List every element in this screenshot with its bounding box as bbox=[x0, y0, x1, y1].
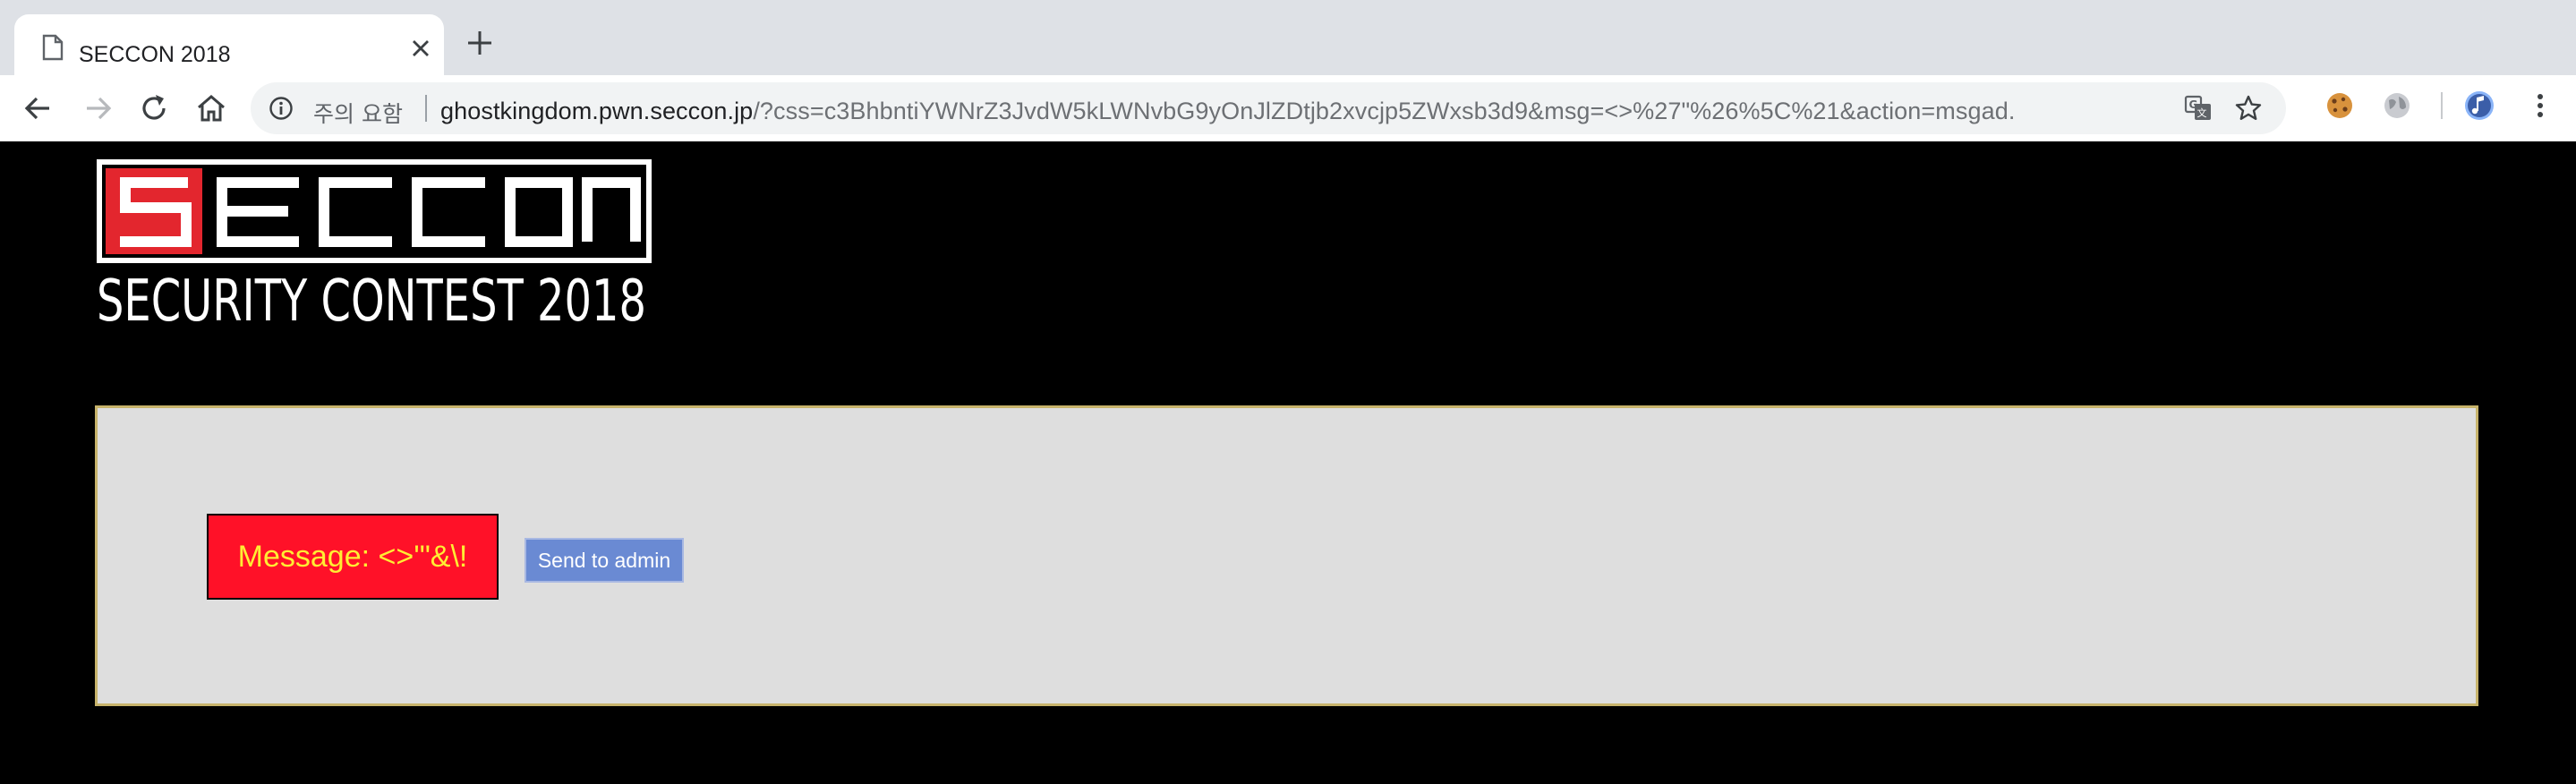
new-tab-icon[interactable] bbox=[464, 27, 496, 59]
browser-tab[interactable]: SECCON 2018 bbox=[14, 14, 444, 75]
cookie-extension-icon[interactable] bbox=[2324, 89, 2356, 122]
seccon-logo: SECURITY CONTEST 2018 bbox=[97, 159, 652, 329]
message-box: Message: <>'"&\! bbox=[207, 514, 499, 600]
tab-strip: SECCON 2018 bbox=[0, 0, 2576, 75]
svg-text:文: 文 bbox=[2197, 107, 2207, 119]
back-arrow-icon[interactable] bbox=[20, 90, 55, 126]
profile-avatar-icon[interactable] bbox=[2463, 89, 2495, 122]
more-menu-icon[interactable] bbox=[2524, 89, 2556, 122]
url-path: /?css=c3BhbntiYWNrZ3JvdW5kLWNvbG9yOnJlZD… bbox=[753, 98, 2016, 124]
address-divider bbox=[425, 95, 427, 122]
security-warning[interactable]: 주의 요함 bbox=[313, 97, 403, 129]
globe-extension-icon[interactable] bbox=[2381, 89, 2413, 122]
close-tab-icon[interactable] bbox=[408, 36, 433, 61]
info-icon[interactable] bbox=[269, 96, 294, 121]
home-icon[interactable] bbox=[193, 90, 229, 126]
toolbar-divider bbox=[2441, 92, 2443, 119]
bookmark-star-icon[interactable] bbox=[2234, 94, 2263, 123]
url-host: ghostkingdom.pwn.seccon.jp bbox=[440, 98, 754, 124]
tab-title: SECCON 2018 bbox=[79, 42, 231, 67]
browser-toolbar: 주의 요함 ghostkingdom.pwn.seccon.jp/?css=c3… bbox=[0, 75, 2576, 141]
page-icon bbox=[42, 34, 64, 61]
translate-icon[interactable]: G 文 bbox=[2184, 94, 2213, 123]
reload-icon[interactable] bbox=[136, 90, 172, 126]
send-to-admin-button[interactable]: Send to admin bbox=[525, 538, 684, 583]
message-panel: Message: <>'"&\! Send to admin bbox=[95, 405, 2478, 706]
url-text[interactable]: ghostkingdom.pwn.seccon.jp/?css=c3Bhbnti… bbox=[440, 98, 2016, 125]
address-bar[interactable]: 주의 요함 ghostkingdom.pwn.seccon.jp/?css=c3… bbox=[251, 82, 2286, 134]
forward-arrow-icon[interactable] bbox=[81, 90, 116, 126]
logo-tagline: SECURITY CONTEST 2018 bbox=[97, 268, 646, 329]
